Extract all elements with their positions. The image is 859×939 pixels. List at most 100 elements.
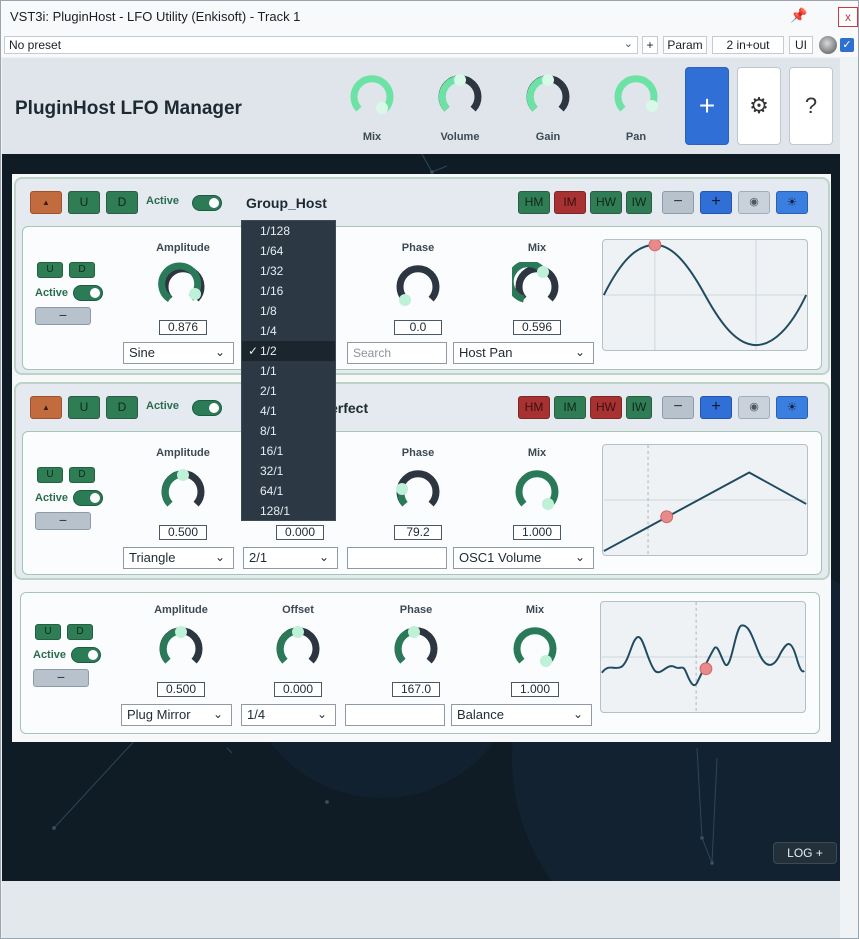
- rate-option[interactable]: ✓ 1/2: [242, 341, 335, 361]
- add-lfo-button[interactable]: +: [700, 191, 732, 214]
- add-lfo-button[interactable]: +: [700, 396, 732, 419]
- rate-option[interactable]: 4/1: [242, 401, 335, 421]
- settings-button[interactable]: ⚙: [737, 67, 781, 145]
- offset-value[interactable]: 0.000: [276, 525, 324, 540]
- rate-option[interactable]: 1/4: [242, 321, 335, 341]
- mix-knob[interactable]: [512, 467, 562, 517]
- phase-knob[interactable]: [391, 624, 441, 674]
- remove-lfo-button[interactable]: −: [33, 669, 89, 687]
- rate-option[interactable]: 1/8: [242, 301, 335, 321]
- rate-option[interactable]: 8/1: [242, 421, 335, 441]
- preset-select[interactable]: No preset ⌄: [4, 36, 638, 54]
- target-search-input[interactable]: Search: [347, 342, 447, 364]
- rate-option[interactable]: 1/1: [242, 361, 335, 381]
- add-group-button[interactable]: +: [685, 67, 729, 145]
- rate-option[interactable]: 2/1: [242, 381, 335, 401]
- target-search-input[interactable]: [347, 547, 447, 569]
- knob-dial[interactable]: [611, 72, 661, 122]
- lfo-down-button[interactable]: D: [67, 624, 93, 640]
- target-select[interactable]: Balance ⌄: [451, 704, 592, 726]
- lfo-active-toggle[interactable]: [73, 285, 103, 301]
- pin-icon[interactable]: 📌: [790, 7, 807, 24]
- iw-button[interactable]: IW: [626, 396, 652, 419]
- collapse-button[interactable]: ▲: [30, 191, 62, 214]
- hw-button[interactable]: HW: [590, 191, 622, 214]
- lfo-up-button[interactable]: U: [35, 624, 61, 640]
- bypass-checkbox[interactable]: ✓: [840, 38, 854, 52]
- offset-value[interactable]: 0.000: [274, 682, 322, 697]
- rate-option[interactable]: 128/1: [242, 501, 335, 521]
- phase-value[interactable]: 0.0: [394, 320, 442, 335]
- mix-knob[interactable]: [512, 262, 562, 312]
- host-wet-knob[interactable]: [819, 36, 837, 54]
- lfo-down-button[interactable]: D: [69, 467, 95, 483]
- add-preset-button[interactable]: +: [642, 36, 658, 54]
- mix-knob[interactable]: Mix: [342, 72, 402, 143]
- phase-value[interactable]: 79.2: [394, 525, 442, 540]
- param-button[interactable]: Param: [663, 36, 707, 54]
- waveform-select[interactable]: Plug Mirror ⌄: [121, 704, 232, 726]
- amplitude-knob[interactable]: [158, 262, 208, 312]
- hm-button[interactable]: HM: [518, 191, 550, 214]
- im-button[interactable]: IM: [554, 191, 586, 214]
- rate-option[interactable]: 1/16: [242, 281, 335, 301]
- amplitude-knob[interactable]: [158, 467, 208, 517]
- mix-knob[interactable]: [510, 624, 560, 674]
- target-select[interactable]: OSC1 Volume ⌄: [453, 547, 594, 569]
- hw-button[interactable]: HW: [590, 396, 622, 419]
- remove-lfo-button[interactable]: −: [662, 396, 694, 419]
- gain-knob[interactable]: Gain: [518, 72, 578, 143]
- help-button[interactable]: ?: [789, 67, 833, 145]
- ui-button[interactable]: UI: [789, 36, 813, 54]
- eye-icon[interactable]: ◉: [738, 396, 770, 419]
- group-name[interactable]: Group_Host: [246, 195, 327, 211]
- amplitude-value[interactable]: 0.500: [159, 525, 207, 540]
- waveform-select[interactable]: Triangle ⌄: [123, 547, 234, 569]
- eye-icon[interactable]: ◉: [738, 191, 770, 214]
- mix-value[interactable]: 0.596: [513, 320, 561, 335]
- collapse-button[interactable]: ▲: [30, 396, 62, 419]
- rate-option[interactable]: 1/128: [242, 221, 335, 241]
- group-active-toggle[interactable]: [192, 195, 222, 211]
- pan-knob[interactable]: Pan: [606, 72, 666, 143]
- iw-button[interactable]: IW: [626, 191, 652, 214]
- offset-knob[interactable]: [273, 624, 323, 674]
- amplitude-value[interactable]: 0.500: [157, 682, 205, 697]
- lfo-up-button[interactable]: U: [37, 262, 63, 278]
- gear-icon[interactable]: ☀: [776, 191, 808, 214]
- lfo-up-button[interactable]: U: [37, 467, 63, 483]
- rate-option[interactable]: 32/1: [242, 461, 335, 481]
- volume-knob[interactable]: Volume: [430, 72, 490, 143]
- lfo-active-toggle[interactable]: [73, 490, 103, 506]
- group-up-button[interactable]: U: [68, 396, 100, 419]
- mix-value[interactable]: 1.000: [511, 682, 559, 697]
- target-search-input[interactable]: [345, 704, 445, 726]
- rate-select[interactable]: 2/1 ⌄: [243, 547, 338, 569]
- rate-option[interactable]: 16/1: [242, 441, 335, 461]
- group-active-toggle[interactable]: [192, 400, 222, 416]
- hm-button[interactable]: HM: [518, 396, 550, 419]
- knob-dial[interactable]: [435, 72, 485, 122]
- log-button[interactable]: LOG +: [773, 842, 837, 864]
- group-up-button[interactable]: U: [68, 191, 100, 214]
- lfo-active-toggle[interactable]: [71, 647, 101, 663]
- remove-lfo-button[interactable]: −: [35, 512, 91, 530]
- remove-lfo-button[interactable]: −: [35, 307, 91, 325]
- remove-lfo-button[interactable]: −: [662, 191, 694, 214]
- phase-value[interactable]: 167.0: [392, 682, 440, 697]
- amplitude-value[interactable]: 0.876: [159, 320, 207, 335]
- group-down-button[interactable]: D: [106, 396, 138, 419]
- lfo-down-button[interactable]: D: [69, 262, 95, 278]
- rate-select[interactable]: 1/4 ⌄: [241, 704, 336, 726]
- rate-option[interactable]: 1/32: [242, 261, 335, 281]
- knob-dial[interactable]: [347, 72, 397, 122]
- mix-value[interactable]: 1.000: [513, 525, 561, 540]
- rate-option[interactable]: 1/64: [242, 241, 335, 261]
- im-button[interactable]: IM: [554, 396, 586, 419]
- phase-knob[interactable]: [393, 262, 443, 312]
- phase-knob[interactable]: [393, 467, 443, 517]
- gear-icon[interactable]: ☀: [776, 396, 808, 419]
- target-select[interactable]: Host Pan ⌄: [453, 342, 594, 364]
- rate-option[interactable]: 64/1: [242, 481, 335, 501]
- knob-dial[interactable]: [523, 72, 573, 122]
